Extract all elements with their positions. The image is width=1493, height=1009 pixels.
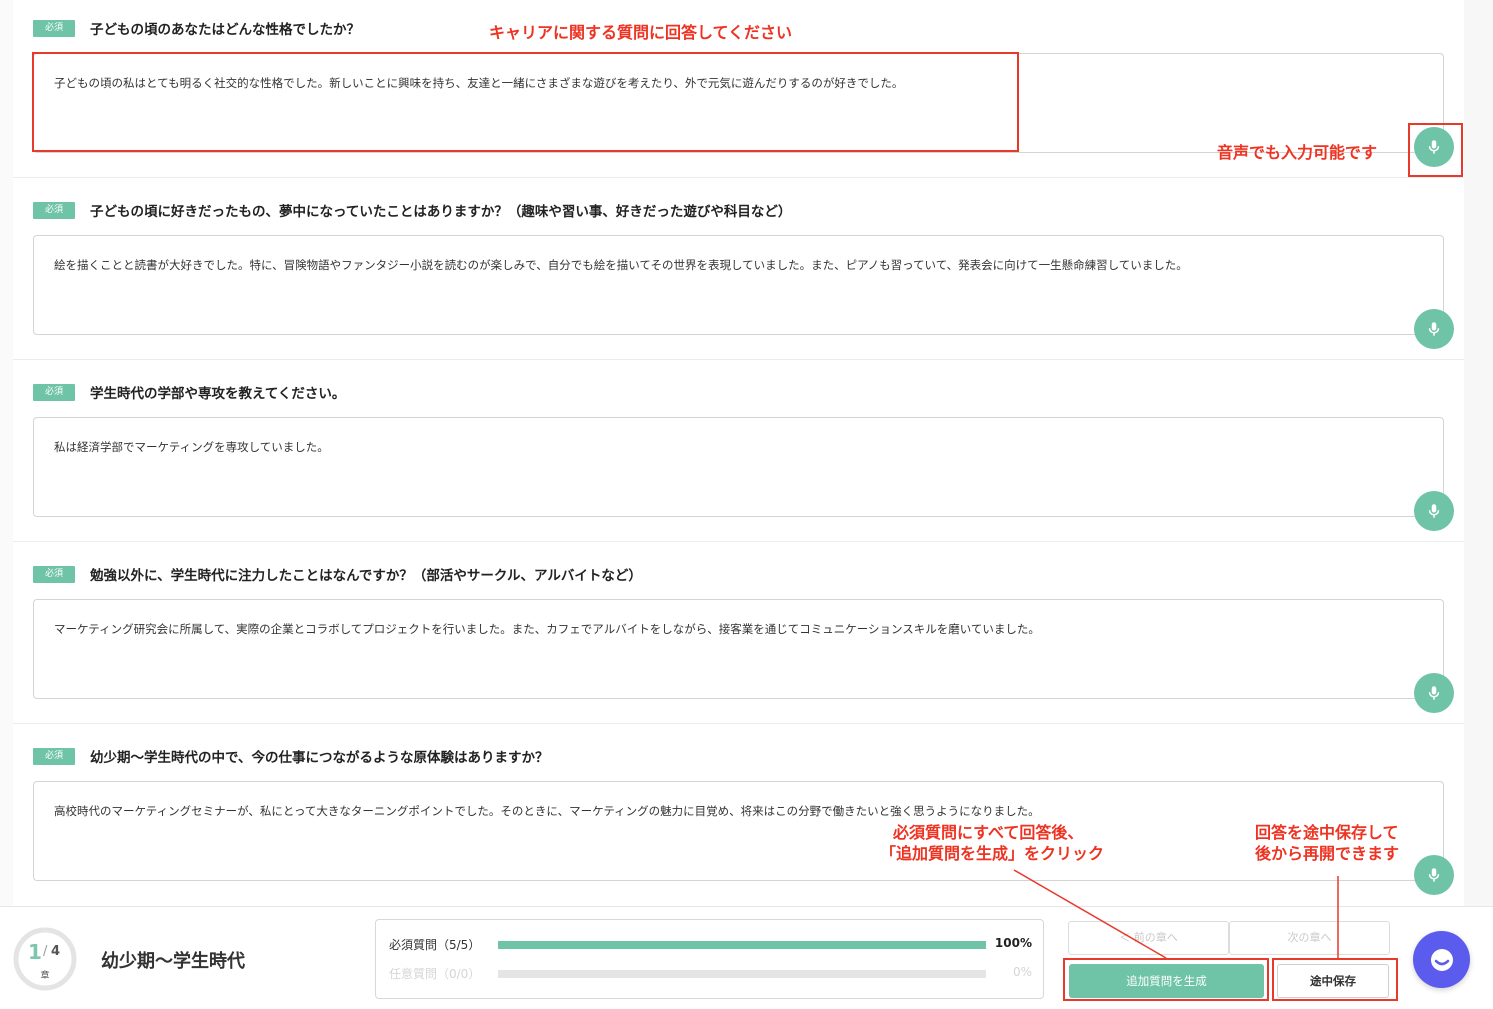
optional-progress-percent: 0%: [1012, 965, 1032, 979]
microphone-icon: [1428, 504, 1440, 518]
generate-annotation-box: [1063, 958, 1269, 1001]
voice-annotation-text: 音声でも入力可能です: [1217, 143, 1378, 162]
required-progress-fill: [498, 941, 986, 949]
answer-annotation-text: キャリアに関する質問に回答してください: [489, 23, 793, 42]
required-progress-label: 必須質問（5/5）: [389, 938, 481, 952]
question-item: 必須 学生時代の学部や専攻を教えてください。 私は経済学部でマーケティングを専攻…: [13, 360, 1464, 542]
chapter-total: 4: [51, 944, 61, 959]
question-item: 必須 子どもの頃に好きだったもの、夢中になっていたことはありますか？（趣味や習い…: [13, 178, 1464, 360]
chat-icon: [1430, 948, 1453, 971]
generate-annotation-text-line2: 「追加質問を生成」をクリック: [880, 844, 1105, 863]
question-item: 必須 幼少期〜学生時代の中で、今の仕事につながるような原体験はありますか？ 高校…: [13, 724, 1464, 906]
chapter-separator: /: [43, 944, 48, 959]
answer-annotation-box: [32, 52, 1019, 152]
optional-progress-label: 任意質問（0/0）: [389, 967, 481, 981]
question-title: 幼少期〜学生時代の中で、今の仕事につながるような原体験はありますか？: [90, 750, 549, 766]
required-badge: 必須: [33, 566, 75, 583]
required-progress-percent: 100%: [994, 936, 1032, 950]
chat-button[interactable]: [1413, 931, 1470, 988]
optional-progress-bar: [498, 970, 986, 978]
question-item: 必須 勉強以外に、学生時代に注力したことはなんですか？（部活やサークル、アルバイ…: [13, 542, 1464, 724]
question-title: 子どもの頃のあなたはどんな性格でしたか？: [90, 22, 360, 38]
footer-bar: 1 / 4 章 幼少期〜学生時代 必須質問（5/5） 100% 任意質問（0/0…: [0, 906, 1493, 1009]
question-title: 勉強以外に、学生時代に注力したことはなんですか？（部活やサークル、アルバイトなど…: [90, 568, 642, 584]
voice-input-button[interactable]: [1414, 491, 1454, 531]
answer-textarea[interactable]: 私は経済学部でマーケティングを専攻していました。: [33, 417, 1444, 517]
microphone-icon: [1428, 686, 1440, 700]
microphone-icon: [1428, 322, 1440, 336]
voice-input-button[interactable]: [1414, 855, 1454, 895]
chapter-indicator: 1 / 4 章: [12, 926, 78, 992]
required-badge: 必須: [33, 384, 75, 401]
required-badge: 必須: [33, 20, 75, 37]
page: 必須 子どもの頃のあなたはどんな性格でしたか？ 子どもの頃の私はとても明るく社交…: [0, 0, 1493, 1009]
voice-annotation-box: [1408, 123, 1463, 177]
next-chapter-button[interactable]: 次の章へ: [1229, 921, 1390, 955]
question-title: 子どもの頃に好きだったもの、夢中になっていたことはありますか？（趣味や習い事、好…: [90, 204, 792, 220]
question-title: 学生時代の学部や専攻を教えてください。: [90, 386, 346, 402]
required-progress-bar: [498, 941, 986, 949]
chapter-unit: 章: [40, 971, 50, 981]
progress-card: 必須質問（5/5） 100% 任意質問（0/0） 0%: [375, 919, 1044, 999]
answer-textarea[interactable]: 高校時代のマーケティングセミナーが、私にとって大きなターニングポイントでした。そ…: [33, 781, 1444, 881]
answer-textarea[interactable]: 絵を描くことと読書が大好きでした。特に、冒険物語やファンタジー小説を読むのが楽し…: [33, 235, 1444, 335]
chapter-title: 幼少期〜学生時代: [101, 951, 245, 972]
required-badge: 必須: [33, 202, 75, 219]
save-annotation-text-line2: 後から再開できます: [1255, 844, 1400, 863]
save-annotation-box: [1272, 958, 1398, 1001]
voice-input-button[interactable]: [1414, 309, 1454, 349]
microphone-icon: [1428, 868, 1440, 882]
left-rail: [0, 0, 13, 906]
required-badge: 必須: [33, 748, 75, 765]
scrollbar-track[interactable]: [1464, 0, 1493, 906]
answer-textarea[interactable]: マーケティング研究会に所属して、実際の企業とコラボしてプロジェクトを行いました。…: [33, 599, 1444, 699]
prev-chapter-button[interactable]: ＜ 前の章へ: [1068, 921, 1229, 955]
voice-input-button[interactable]: [1414, 673, 1454, 713]
chapter-current: 1: [28, 940, 42, 964]
